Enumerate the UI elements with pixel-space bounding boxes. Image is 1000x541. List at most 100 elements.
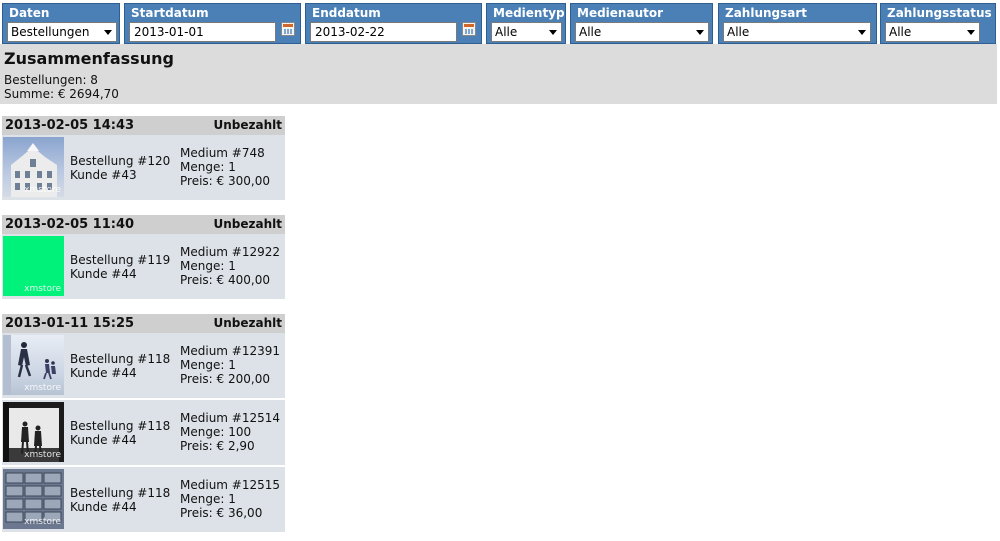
calendar-icon[interactable] <box>281 22 295 36</box>
media-info: Medium #748 Menge: 1 Preis: € 300,00 <box>180 146 270 188</box>
media-thumbnail[interactable]: xmstore <box>3 335 64 395</box>
order-number: Bestellung #120 <box>70 154 171 168</box>
calendar-icon[interactable] <box>462 22 476 36</box>
medienautor-select[interactable]: Alle <box>575 22 709 42</box>
media-thumbnail[interactable]: xmstore <box>3 469 64 529</box>
order-info: Bestellung #118 Kunde #44 <box>70 419 170 447</box>
filter-daten: Daten Bestellungen <box>2 3 120 44</box>
chevron-down-icon <box>858 30 866 35</box>
filter-label-medientyp: Medientyp <box>493 6 565 20</box>
order-header: 2013-02-05 14:43 Unbezahlt <box>2 116 285 135</box>
filter-zahlungsstatus: Zahlungsstatus Alle <box>880 3 996 44</box>
order-number: Bestellung #118 <box>70 419 171 433</box>
order-item[interactable]: xmstore Bestellung #118 Kunde #44 Medium… <box>2 333 285 400</box>
order-card: 2013-02-05 14:43 Unbezahlt xmstore Beste… <box>2 116 285 202</box>
chevron-down-icon <box>696 30 704 35</box>
daten-select[interactable]: Bestellungen <box>7 22 117 42</box>
order-info: Bestellung #118 Kunde #44 <box>70 352 170 380</box>
order-header: 2013-02-05 11:40 Unbezahlt <box>2 215 285 234</box>
order-item[interactable]: xmstore Bestellung #118 Kunde #44 Medium… <box>2 400 285 467</box>
filter-label-startdatum: Startdatum <box>131 6 209 20</box>
filter-label-enddatum: Enddatum <box>312 6 381 20</box>
payment-status: Unbezahlt <box>213 217 283 231</box>
payment-status: Unbezahlt <box>213 118 283 132</box>
price: Preis: € 200,00 <box>180 372 270 386</box>
order-info: Bestellung #120 Kunde #43 <box>70 154 170 182</box>
price: Preis: € 400,00 <box>180 273 270 287</box>
quantity: Menge: 1 <box>180 160 236 174</box>
price: Preis: € 300,00 <box>180 174 270 188</box>
summary-orders-count: Bestellungen: 8 <box>4 73 98 87</box>
chevron-down-icon <box>104 30 112 35</box>
chevron-down-icon <box>967 30 975 35</box>
filter-label-zahlungsstatus: Zahlungsstatus <box>887 6 992 20</box>
customer-number: Kunde #44 <box>70 366 137 380</box>
order-header: 2013-01-11 15:25 Unbezahlt <box>2 314 285 333</box>
filter-medientyp: Medientyp Alle <box>486 3 566 44</box>
enddatum-input[interactable]: 2013-02-22 <box>310 22 457 42</box>
thumbnail-watermark: xmstore <box>24 284 61 294</box>
zahlungsstatus-select-value: Alle <box>889 25 912 39</box>
medium-number: Medium #12922 <box>180 245 281 259</box>
chevron-down-icon <box>549 30 557 35</box>
startdatum-input[interactable]: 2013-01-01 <box>129 22 276 42</box>
order-item[interactable]: xmstore Bestellung #119 Kunde #44 Medium… <box>2 234 285 301</box>
media-thumbnail[interactable]: xmstore <box>3 236 64 296</box>
zahlungsart-select-value: Alle <box>727 25 750 39</box>
order-info: Bestellung #118 Kunde #44 <box>70 486 170 514</box>
medium-number: Medium #12391 <box>180 344 281 358</box>
filter-label-zahlungsart: Zahlungsart <box>725 6 808 20</box>
zahlungsart-select[interactable]: Alle <box>723 22 871 42</box>
thumbnail-watermark: xmstore <box>24 517 61 527</box>
quantity: Menge: 100 <box>180 425 252 439</box>
order-item[interactable]: xmstore Bestellung #118 Kunde #44 Medium… <box>2 467 285 534</box>
medium-number: Medium #12515 <box>180 478 281 492</box>
summary-title: Zusammenfassung <box>4 49 174 68</box>
order-number: Bestellung #118 <box>70 352 171 366</box>
order-card: 2013-02-05 11:40 Unbezahlt xmstore Beste… <box>2 215 285 301</box>
order-info: Bestellung #119 Kunde #44 <box>70 253 170 281</box>
zahlungsstatus-select[interactable]: Alle <box>885 22 980 42</box>
media-thumbnail[interactable]: xmstore <box>3 402 64 462</box>
filter-label-daten: Daten <box>9 6 50 20</box>
quantity: Menge: 1 <box>180 259 236 273</box>
order-number: Bestellung #119 <box>70 253 171 267</box>
thumbnail-watermark: xmstore <box>24 185 61 195</box>
media-thumbnail[interactable]: xmstore <box>3 137 64 197</box>
enddatum-value: 2013-02-22 <box>315 25 385 39</box>
daten-select-value: Bestellungen <box>11 25 90 39</box>
order-date: 2013-02-05 14:43 <box>5 118 135 133</box>
thumbnail-watermark: xmstore <box>24 383 61 393</box>
order-card: 2013-01-11 15:25 Unbezahlt xmstore Beste… <box>2 314 285 534</box>
medium-number: Medium #12514 <box>180 411 281 425</box>
medium-number: Medium #748 <box>180 146 265 160</box>
medientyp-select[interactable]: Alle <box>491 22 562 42</box>
media-info: Medium #12922 Menge: 1 Preis: € 400,00 <box>180 245 280 287</box>
order-item[interactable]: xmstore Bestellung #120 Kunde #43 Medium… <box>2 135 285 202</box>
filter-zahlungsart: Zahlungsart Alle <box>718 3 877 44</box>
filter-startdatum: Startdatum 2013-01-01 <box>124 3 301 44</box>
customer-number: Kunde #44 <box>70 500 137 514</box>
filter-enddatum: Enddatum 2013-02-22 <box>305 3 482 44</box>
price: Preis: € 2,90 <box>180 439 255 453</box>
customer-number: Kunde #44 <box>70 267 137 281</box>
customer-number: Kunde #44 <box>70 433 137 447</box>
thumbnail-watermark: xmstore <box>24 450 61 460</box>
summary-total: Summe: € 2694,70 <box>4 87 119 101</box>
quantity: Menge: 1 <box>180 492 236 506</box>
startdatum-value: 2013-01-01 <box>134 25 204 39</box>
payment-status: Unbezahlt <box>213 316 283 330</box>
order-number: Bestellung #118 <box>70 486 171 500</box>
filter-label-medienautor: Medienautor <box>577 6 664 20</box>
order-date: 2013-01-11 15:25 <box>5 316 135 331</box>
order-date: 2013-02-05 11:40 <box>5 217 135 232</box>
customer-number: Kunde #43 <box>70 168 137 182</box>
filter-bar: Daten Bestellungen Startdatum 2013-01-01… <box>0 0 1000 44</box>
medienautor-select-value: Alle <box>579 25 602 39</box>
media-info: Medium #12515 Menge: 1 Preis: € 36,00 <box>180 478 280 520</box>
price: Preis: € 36,00 <box>180 506 263 520</box>
medientyp-select-value: Alle <box>495 25 518 39</box>
quantity: Menge: 1 <box>180 358 236 372</box>
media-info: Medium #12391 Menge: 1 Preis: € 200,00 <box>180 344 280 386</box>
filter-medienautor: Medienautor Alle <box>570 3 713 44</box>
